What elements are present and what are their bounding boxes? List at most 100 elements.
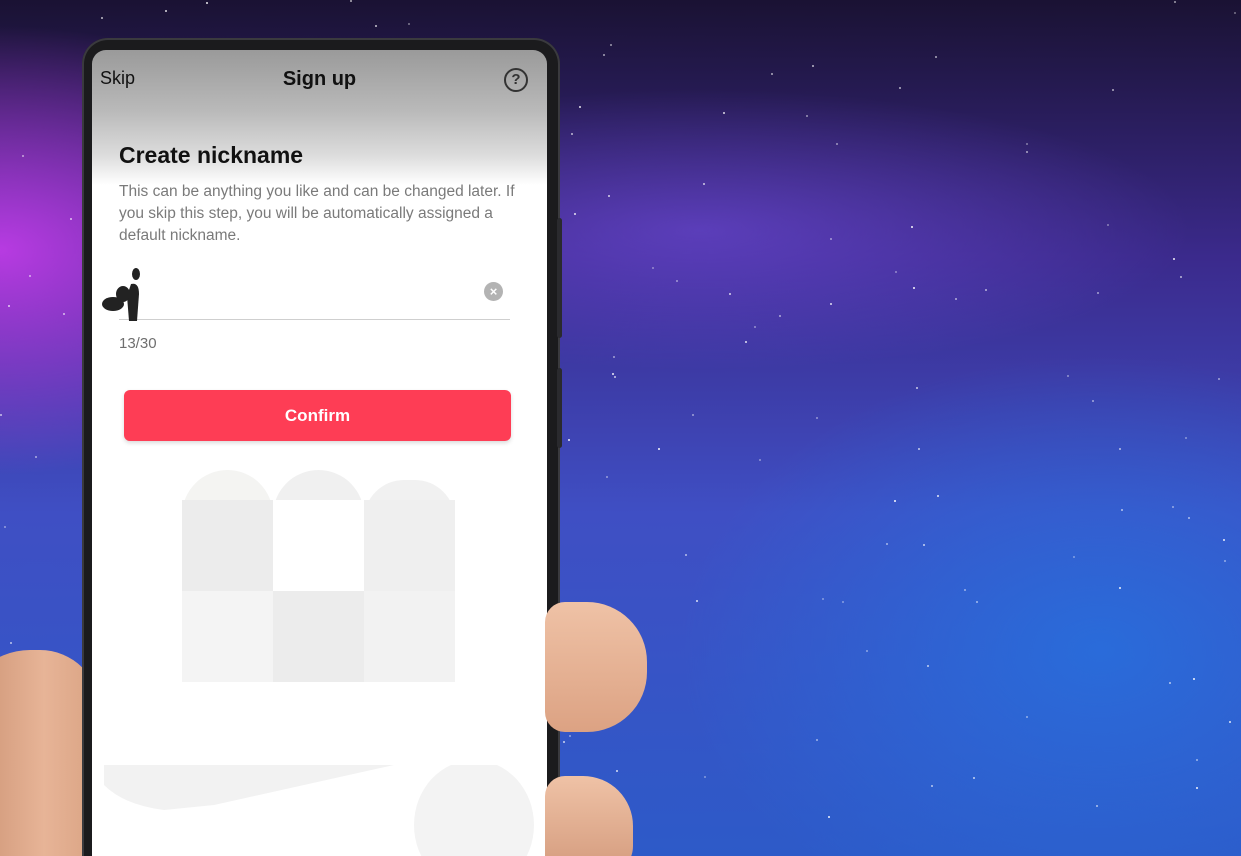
star [816, 417, 818, 419]
redaction-block [182, 591, 273, 682]
star [704, 776, 706, 778]
star [29, 275, 31, 277]
star [35, 456, 37, 458]
star [165, 10, 167, 12]
star [1174, 1, 1176, 3]
clear-icon[interactable]: × [484, 282, 503, 301]
section-heading: Create nickname [119, 142, 304, 168]
star [1026, 143, 1028, 145]
star [759, 459, 761, 461]
top-bar: Skip Sign up ? [92, 50, 547, 110]
star [614, 376, 616, 378]
star [886, 543, 888, 545]
star [1097, 292, 1099, 294]
star [603, 54, 605, 56]
star [696, 600, 698, 602]
redacted-bottom-shapes [104, 765, 534, 856]
star [63, 313, 65, 315]
star [895, 271, 897, 273]
star [806, 115, 808, 117]
star [1218, 378, 1220, 380]
star [574, 213, 576, 215]
star [1196, 759, 1198, 761]
star [822, 598, 824, 600]
page-title: Sign up [282, 68, 357, 90]
star [1096, 805, 1098, 807]
star [1092, 400, 1094, 402]
star [22, 155, 24, 157]
star [613, 356, 615, 358]
star [685, 554, 687, 556]
star [1234, 12, 1236, 14]
star [779, 315, 781, 317]
star [0, 414, 2, 416]
hand-finger [545, 602, 647, 732]
star [923, 544, 925, 546]
star [1026, 716, 1028, 718]
star [658, 448, 660, 450]
redaction-block [182, 500, 273, 591]
star [1196, 787, 1198, 789]
star [1067, 375, 1069, 377]
star [1119, 587, 1121, 589]
star [899, 87, 901, 89]
star [828, 816, 830, 818]
star [610, 44, 612, 46]
confirm-button[interactable]: Confirm [124, 390, 511, 441]
star [652, 267, 654, 269]
star [836, 143, 838, 145]
star [816, 739, 818, 741]
star [729, 293, 731, 295]
star [830, 303, 832, 305]
star [866, 650, 868, 652]
star [571, 133, 573, 135]
star [1107, 224, 1109, 226]
star [692, 414, 694, 416]
star [1073, 556, 1075, 558]
star [408, 23, 410, 25]
section-description: This can be anything you like and can be… [119, 183, 515, 244]
star [579, 106, 581, 108]
star [608, 195, 610, 197]
redaction-block [273, 500, 364, 591]
star [1169, 682, 1171, 684]
redaction-block [364, 500, 455, 591]
star [964, 589, 966, 591]
star [1224, 560, 1226, 562]
star [350, 0, 352, 2]
character-counter: 13/30 [119, 335, 157, 352]
star [1173, 258, 1175, 260]
star [937, 495, 939, 497]
star [842, 601, 844, 603]
star [830, 238, 832, 240]
star [612, 373, 614, 375]
star [10, 642, 12, 644]
redaction-block [273, 591, 364, 682]
star [771, 73, 773, 75]
star [976, 601, 978, 603]
star [911, 226, 913, 228]
hand-finger [545, 776, 633, 856]
star [918, 448, 920, 450]
phone-side-button [557, 368, 562, 448]
redaction-block [364, 591, 455, 682]
star [616, 770, 618, 772]
star [4, 526, 6, 528]
redacted-content [182, 470, 455, 682]
star [894, 500, 896, 502]
redacted-nickname-blot [102, 268, 140, 321]
star [1026, 151, 1028, 153]
star [1223, 539, 1225, 541]
star [676, 280, 678, 282]
star [745, 341, 747, 343]
star [101, 17, 103, 19]
nickname-input[interactable]: × [102, 266, 510, 321]
star [723, 112, 725, 114]
star [206, 2, 208, 4]
star [606, 476, 608, 478]
help-icon[interactable]: ? [504, 68, 528, 92]
star [1121, 509, 1123, 511]
star [563, 741, 565, 743]
star [913, 287, 915, 289]
star [754, 326, 756, 328]
